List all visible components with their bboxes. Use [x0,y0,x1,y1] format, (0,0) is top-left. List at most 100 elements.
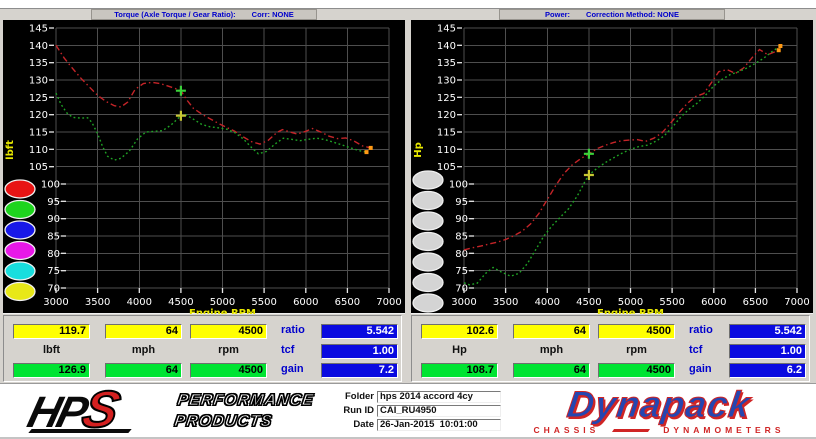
hps-performance-text: PERFORMANCE [176,390,315,411]
tcf-label: tcf [281,344,294,356]
x-tick-label: 6000 [293,297,318,308]
ratio-label: ratio [689,324,713,336]
torque-rpm-green-value: 4500 [190,363,267,378]
torque-readout: 119.7 64 4500 lbft mph rpm 126.9 64 4500… [3,315,402,382]
y-tick-label: 110 [437,145,456,156]
torque-title-text: Torque (Axle Torque / Gear Ratio): [114,10,235,19]
gain-value-box[interactable]: 7.2 [321,363,398,378]
y-tick-label: 90 [455,214,468,225]
y-tick-label: 75 [47,266,60,277]
power-readout: 102.6 64 4500 Hp mph rpm 108.7 64 4500 r… [411,315,810,382]
y-axis-label: lbft [5,140,16,160]
cursor-yellow [176,111,186,121]
cursor-green [584,149,594,159]
trace-button-yellow[interactable] [5,283,35,301]
y-tick-label: 125 [29,93,48,104]
y-tick-label: 75 [455,266,468,277]
hps-logo-underline [28,429,131,433]
y-tick-label: 105 [29,162,48,173]
y-tick-label: 115 [29,128,48,139]
y-tick-label: 115 [437,128,456,139]
trace-button-gray-6[interactable] [413,274,443,292]
gain-value-box[interactable]: 6.2 [729,363,806,378]
y-axis-label: Hp [413,142,424,158]
x-tick-label: 4000 [127,297,152,308]
torque-corr-text: Corr: NONE [252,10,294,19]
y-tick-label: 105 [437,162,456,173]
x-tick-label: 5000 [618,297,643,308]
y-tick-label: 100 [41,180,60,191]
folder-input[interactable] [377,391,501,403]
run-id-input[interactable] [377,405,501,417]
torque-cursor-yellow-value: 119.7 [13,324,90,339]
date-input[interactable] [377,419,501,431]
power-rpm-yellow-value: 4500 [598,324,675,339]
unit-label-mph: mph [105,344,182,356]
trace-button-gray-7[interactable] [413,294,443,312]
dynapack-swoosh [612,429,650,432]
run-info-fields: Folder Run ID Date [330,390,501,432]
folder-field-row: Folder [330,390,501,403]
dyno-app-window: Torque (Axle Torque / Gear Ratio): Corr:… [0,0,816,439]
series-green-dotted [56,93,367,160]
trace-button-cyan[interactable] [5,262,35,280]
series-red-dashed [56,45,371,148]
y-tick-label: 140 [29,41,48,52]
power-speed-yellow-value: 64 [513,324,590,339]
power-title-text: Power: [545,10,570,19]
run-id-field-row: Run ID [330,404,501,417]
y-tick-label: 80 [47,249,60,260]
power-chart[interactable]: 7075808590951001051101151201251301351401… [411,20,813,314]
torque-panel: Torque (Axle Torque / Gear Ratio): Corr:… [0,9,408,384]
date-field-row: Date [330,418,501,431]
y-tick-label: 130 [29,76,48,87]
tcf-value-box[interactable]: 1.00 [321,344,398,359]
x-tick-label: 5500 [659,297,684,308]
y-tick-label: 80 [455,249,468,260]
dynapack-wordmark: Dynapack [509,386,808,424]
dynapack-logo: Dynapack CHASSIS DYNAMOMETERS [512,386,806,435]
trace-button-blue[interactable] [5,221,35,239]
trace-button-gray-5[interactable] [413,253,443,271]
power-rpm-green-value: 4500 [598,363,675,378]
trace-button-gray-3[interactable] [413,212,443,230]
trace-button-gray-1[interactable] [413,171,443,189]
y-tick-label: 120 [437,110,456,121]
dynapack-subtitle: CHASSIS DYNAMOMETERS [512,425,806,435]
tcf-label: tcf [689,344,702,356]
trace-button-gray-4[interactable] [413,233,443,251]
trace-button-gray-2[interactable] [413,192,443,210]
ratio-value-box[interactable]: 5.542 [321,324,398,339]
power-corr-text: Correction Method: NONE [586,10,679,19]
torque-speed-yellow-value: 64 [105,324,182,339]
run-id-field-label: Run ID [330,405,374,416]
unit-label-lbft: lbft [13,344,90,356]
trace-button-magenta[interactable] [5,242,35,260]
tcf-value-box[interactable]: 1.00 [729,344,806,359]
series-end-tick [365,150,369,154]
x-tick-label: 6000 [701,297,726,308]
unit-label-rpm: rpm [190,344,267,356]
trace-button-green[interactable] [5,201,35,219]
x-tick-label: 6500 [743,297,768,308]
power-cursor-green-value: 108.7 [421,363,498,378]
y-tick-label: 85 [47,232,60,243]
trace-button-red[interactable] [5,180,35,198]
x-tick-label: 6500 [335,297,360,308]
power-title: Power: Correction Method: NONE [499,9,725,20]
torque-speed-green-value: 64 [105,363,182,378]
x-tick-label: 5000 [210,297,235,308]
y-tick-label: 85 [455,232,468,243]
x-tick-label: 5500 [251,297,276,308]
unit-label-mph: mph [513,344,590,356]
x-axis-label: Engine RPM [597,308,664,314]
torque-titlebar: Torque (Axle Torque / Gear Ratio): Corr:… [0,9,408,20]
torque-chart[interactable]: 7075808590951001051101151201251301351401… [3,20,405,314]
chart-area: Torque (Axle Torque / Gear Ratio): Corr:… [0,8,816,383]
folder-field-label: Folder [330,391,374,402]
power-speed-green-value: 64 [513,363,590,378]
y-tick-label: 145 [437,24,456,35]
y-tick-label: 90 [47,214,60,225]
y-tick-label: 120 [29,110,48,121]
ratio-value-box[interactable]: 5.542 [729,324,806,339]
